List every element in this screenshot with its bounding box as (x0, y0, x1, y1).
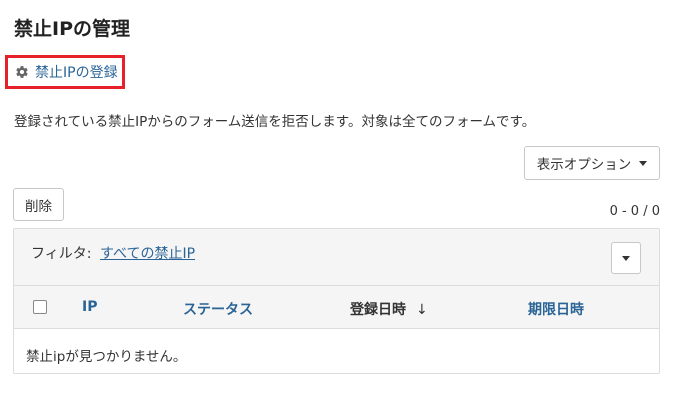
delete-button[interactable]: 削除 (13, 188, 64, 221)
filter-label: フィルタ: (31, 246, 92, 262)
sort-down-arrow-icon: ↓ (416, 302, 428, 318)
column-header-registered-label: 登録日時 (350, 302, 406, 318)
table-header-row: IP ステータス 登録日時 ↓ 期限日時 (14, 286, 659, 329)
banned-ip-table: フィルタ: すべての禁止IP IP ステータス 登録日時 ↓ 期限日時 禁止ipが… (13, 228, 660, 374)
register-banned-ip-link[interactable]: 禁止IPの登録 (5, 55, 125, 89)
column-header-registered-date[interactable]: 登録日時 ↓ (350, 299, 428, 319)
empty-table-row: 禁止ipが見つかりません。 (14, 329, 659, 373)
filter-bar: フィルタ: すべての禁止IP (14, 229, 659, 286)
empty-message: 禁止ipが見つかりません。 (26, 349, 187, 365)
display-options-button[interactable]: 表示オプション (524, 146, 660, 180)
page-description: 登録されている禁止IPからのフォーム送信を拒否します。対象は全てのフォームです。 (14, 114, 536, 130)
select-all-checkbox[interactable] (33, 300, 47, 314)
caret-down-icon (622, 255, 630, 261)
column-header-status[interactable]: ステータス (183, 299, 253, 319)
display-options-label: 表示オプション (536, 157, 632, 173)
filter-value-link[interactable]: すべての禁止IP (100, 243, 195, 263)
column-header-expiry-date[interactable]: 期限日時 (528, 299, 584, 319)
gear-icon (15, 65, 29, 79)
register-banned-ip-label: 禁止IPの登録 (35, 65, 118, 81)
caret-down-icon (639, 160, 648, 166)
column-header-ip[interactable]: IP (82, 299, 97, 315)
page-title: 禁止IPの管理 (14, 18, 130, 40)
filter-dropdown-button[interactable] (611, 242, 641, 274)
pagination-count: 0 - 0 / 0 (609, 204, 660, 219)
